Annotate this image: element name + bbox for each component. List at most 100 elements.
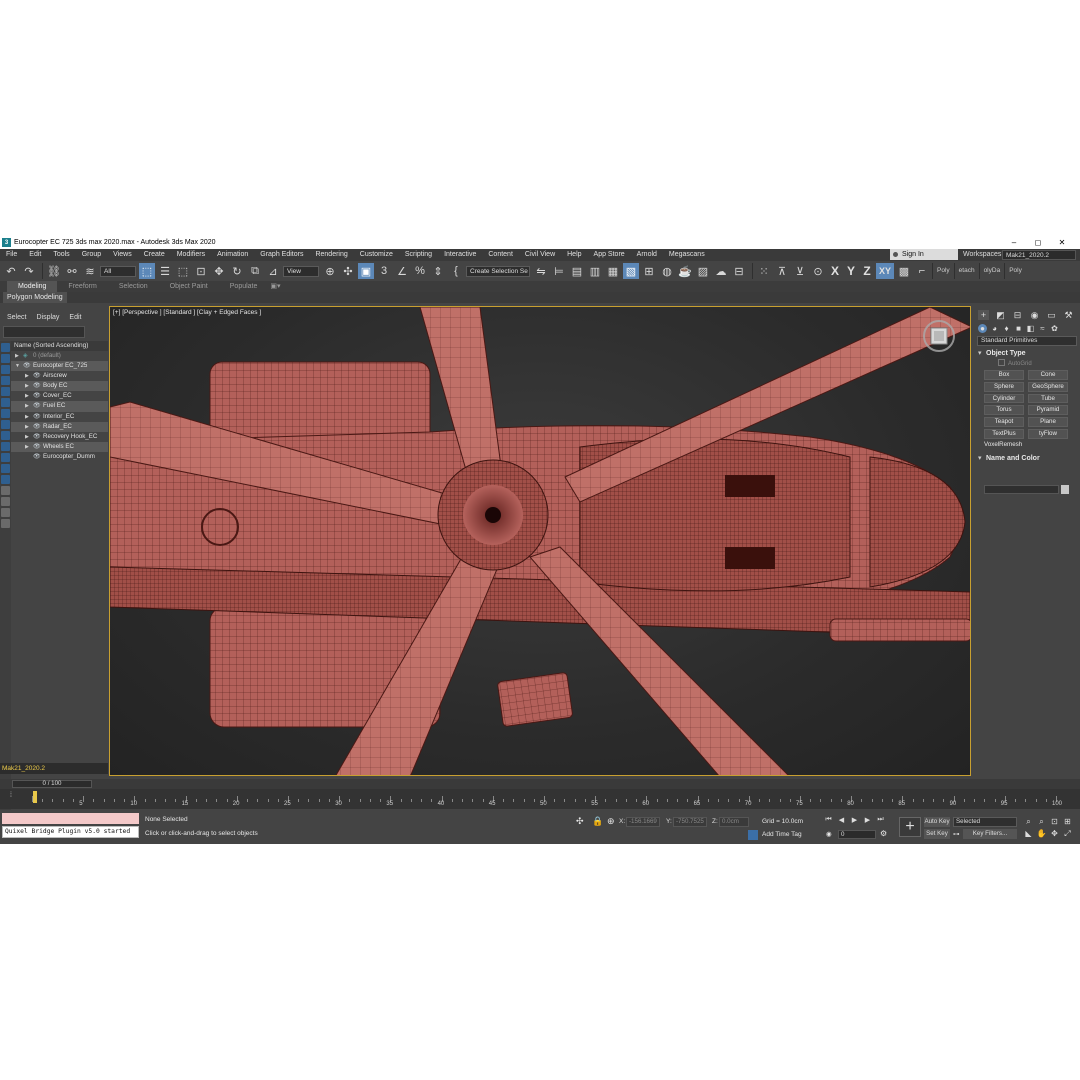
curve-editor-icon[interactable]: ▧ <box>623 263 639 279</box>
expand-arrow-icon[interactable]: ▶ <box>25 422 29 432</box>
isolate-selection-icon[interactable]: ⊙ <box>810 263 826 279</box>
selection-filter-select[interactable]: All <box>100 265 136 277</box>
visibility-eye-icon[interactable]: 👁 <box>33 391 41 401</box>
maximize-button[interactable]: ◻ <box>1026 236 1050 249</box>
align-view-icon[interactable]: ⊼ <box>774 263 790 279</box>
axis-xy-button[interactable]: XY <box>876 263 894 279</box>
maxscript-listener-input[interactable] <box>2 813 139 824</box>
material-editor-icon[interactable]: ◍ <box>659 263 675 279</box>
play-icon[interactable]: ▶ <box>848 816 861 824</box>
collapse-arrow-icon[interactable]: ▼ <box>15 361 20 371</box>
mirror-icon[interactable]: ⇋ <box>533 263 549 279</box>
visibility-eye-icon[interactable]: 👁 <box>33 432 41 442</box>
set-key-plus-button[interactable]: + <box>899 817 921 837</box>
visibility-eye-icon[interactable]: 👁 <box>33 412 41 422</box>
explorer-search-input[interactable] <box>3 326 85 338</box>
reference-coordinate-select[interactable]: View <box>283 265 319 277</box>
bind-space-warp-icon[interactable]: ≋ <box>82 263 98 279</box>
z-coordinate-field[interactable]: 0.0cm <box>719 817 749 827</box>
display-lights-icon[interactable] <box>1 387 10 396</box>
visibility-eye-icon[interactable]: 👁 <box>33 422 41 432</box>
placement-icon[interactable]: ⊿ <box>265 263 281 279</box>
visibility-eye-icon[interactable]: 👁 <box>23 361 31 371</box>
pivot-center-icon[interactable]: ⊕ <box>322 263 338 279</box>
shapes-icon[interactable]: ◕ <box>990 324 999 333</box>
primitive-category-select[interactable]: Standard Primitives <box>977 336 1077 346</box>
scale-icon[interactable]: ⧉ <box>247 263 263 279</box>
visibility-eye-icon[interactable]: 👁 <box>33 401 41 411</box>
toggle-ribbon-icon[interactable]: ▦ <box>605 263 621 279</box>
viewport-label[interactable]: [+] [Perspective ] [Standard ] [Clay + E… <box>113 309 261 316</box>
display-hidden-icon[interactable] <box>1 486 10 495</box>
menu-create[interactable]: Create <box>138 249 171 261</box>
select-manipulate-icon[interactable]: ✣ <box>340 263 356 279</box>
expand-arrow-icon[interactable]: ▶ <box>25 412 29 422</box>
align-selection-icon[interactable]: ⊻ <box>792 263 808 279</box>
display-tab-icon[interactable]: ▭ <box>1046 310 1057 320</box>
scene-tree-row[interactable]: ▶ 👁 Radar_EC <box>11 421 108 432</box>
voxel-remesh-button[interactable]: VoxelRemesh <box>984 441 1080 448</box>
display-geometry-icon[interactable] <box>1 365 10 374</box>
isolate-toggle-icon[interactable]: ✣ <box>576 816 584 827</box>
time-slider-thumb[interactable]: 0 / 100 <box>12 780 92 788</box>
zoom-all-icon[interactable]: ⌕ <box>1035 817 1048 829</box>
autogrid-checkbox[interactable]: AutoGrid <box>998 359 1080 369</box>
menu-group[interactable]: Group <box>76 249 107 261</box>
minimize-button[interactable]: – <box>1002 236 1026 249</box>
menu-app-store[interactable]: App Store <box>588 249 631 261</box>
visibility-eye-icon[interactable]: 👁 <box>33 442 41 452</box>
systems-icon[interactable]: ✿ <box>1050 324 1059 333</box>
primitive-geosphere-button[interactable]: GeoSphere <box>1028 381 1068 392</box>
auto-key-button[interactable]: Auto Key <box>924 817 950 827</box>
explorer-tab-select[interactable]: Select <box>7 314 26 321</box>
time-tag-icon[interactable] <box>748 830 758 840</box>
rotate-icon[interactable]: ↻ <box>229 263 245 279</box>
window-crossing-icon[interactable]: ⊡ <box>193 263 209 279</box>
hierarchy-tab-icon[interactable]: ⊟ <box>1012 310 1023 320</box>
keyboard-shortcut-override-icon[interactable]: ▣ <box>358 263 374 279</box>
schematic-view-icon[interactable]: ⊞ <box>641 263 657 279</box>
display-cameras-icon[interactable] <box>1 398 10 407</box>
x-coordinate-field[interactable]: -156.1669 <box>626 817 660 827</box>
viewcube-icon[interactable] <box>922 319 956 353</box>
primitive-tube-button[interactable]: Tube <box>1028 393 1068 404</box>
layer-icon[interactable]: ◈ <box>23 351 28 361</box>
absolute-mode-icon[interactable]: ⊕ <box>607 816 615 827</box>
current-layer-bar[interactable]: Mak21_2020.2 <box>0 763 108 774</box>
menu-edit[interactable]: Edit <box>23 249 47 261</box>
zoom-extents-icon[interactable]: ⊡ <box>1048 817 1061 829</box>
primitive-sphere-button[interactable]: Sphere <box>984 381 1024 392</box>
key-filters-button[interactable]: Key Filters... <box>963 829 1017 839</box>
display-none-icon[interactable] <box>1 343 10 352</box>
display-shapes-icon[interactable] <box>1 376 10 385</box>
edit-named-selection-icon[interactable]: { <box>448 263 464 279</box>
primitive-cone-button[interactable]: Cone <box>1028 370 1068 380</box>
menu-modifiers[interactable]: Modifiers <box>171 249 211 261</box>
display-bones-icon[interactable] <box>1 453 10 462</box>
expand-arrow-icon[interactable]: ▶ <box>25 381 29 391</box>
ribbon-tab-selection[interactable]: Selection <box>108 281 159 292</box>
scene-tree-row[interactable]: ▶ ◈ 0 (default) <box>11 351 108 361</box>
ribbon-tab-modeling[interactable]: Modeling <box>7 281 58 292</box>
visibility-eye-icon[interactable]: 👁 <box>33 371 41 381</box>
open-mini-curve-editor-icon[interactable]: ⁞ <box>10 792 12 799</box>
corner-icon[interactable]: ⌐ <box>914 263 930 279</box>
percent-snap-icon[interactable]: % <box>412 263 428 279</box>
time-slider[interactable]: 0 / 100 <box>0 779 1080 789</box>
expand-arrow-icon[interactable]: ▶ <box>25 442 29 452</box>
menu-rendering[interactable]: Rendering <box>309 249 353 261</box>
menu-customize[interactable]: Customize <box>354 249 399 261</box>
next-frame-icon[interactable]: ▶ <box>861 816 874 824</box>
menu-animation[interactable]: Animation <box>211 249 254 261</box>
display-frozen-icon[interactable] <box>1 475 10 484</box>
align-icon[interactable]: ⊨ <box>551 263 567 279</box>
display-groups-icon[interactable] <box>1 431 10 440</box>
explorer-tab-edit[interactable]: Edit <box>69 314 81 321</box>
object-type-rollout[interactable]: Object Type <box>977 349 1077 359</box>
zoom-icon[interactable]: ⌕ <box>1022 817 1035 829</box>
snaps-toggle-icon[interactable]: 3 <box>376 263 392 279</box>
name-color-rollout[interactable]: Name and Color <box>977 454 1077 464</box>
scene-tree-row[interactable]: ▶ 👁 Wheels EC <box>11 441 108 452</box>
primitive-teapot-button[interactable]: Teapot <box>984 417 1024 427</box>
axis-x-button[interactable]: X <box>828 263 842 279</box>
